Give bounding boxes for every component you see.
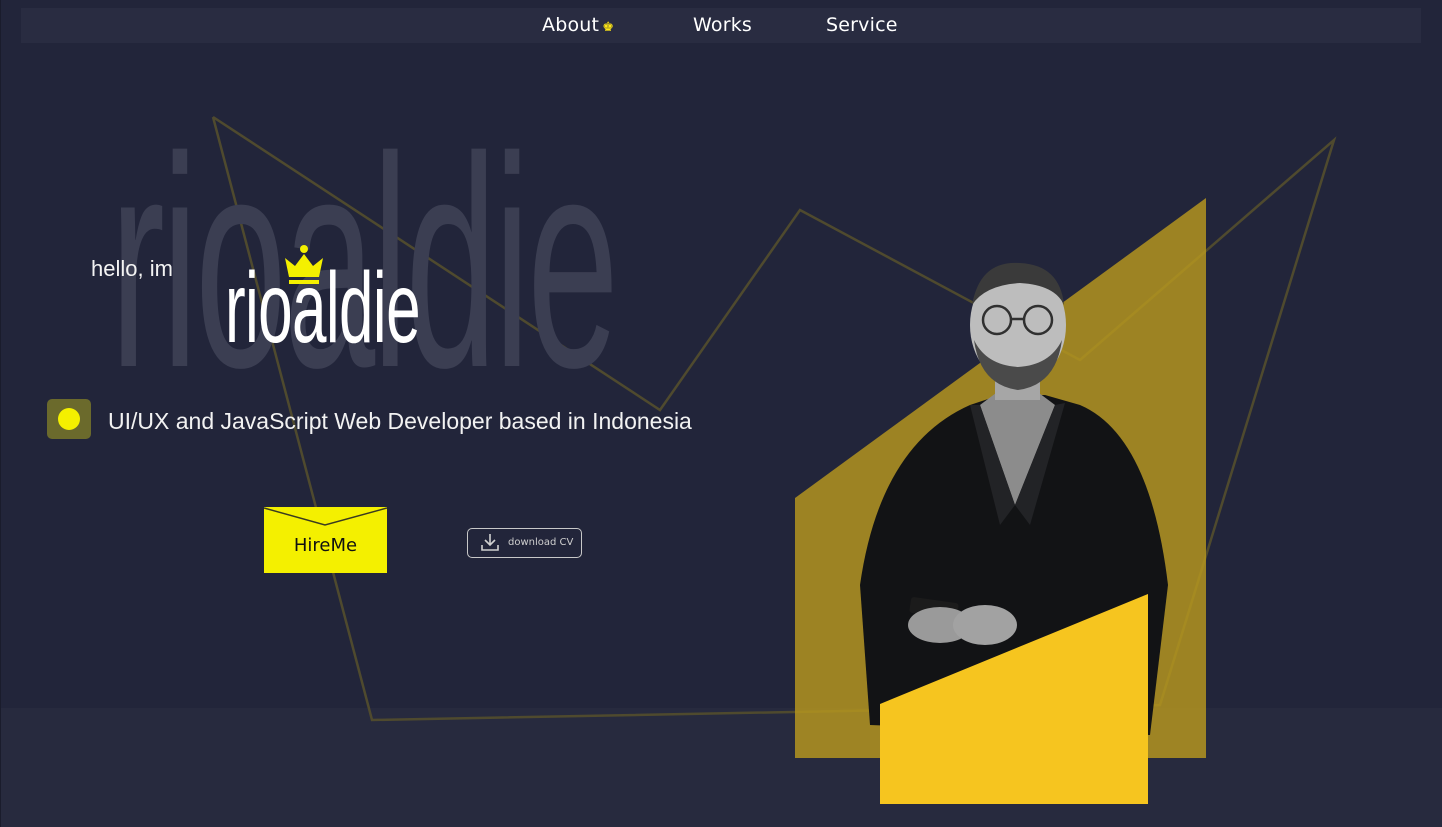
gold-panel-front xyxy=(880,594,1148,804)
nav-service[interactable]: Service xyxy=(826,14,898,36)
greeting: hello, im xyxy=(91,256,173,281)
status-indicator xyxy=(47,399,91,439)
hero-name: rioaldie xyxy=(225,252,421,364)
nav-about[interactable]: About ♚ xyxy=(542,14,614,36)
nav-works[interactable]: Works xyxy=(693,14,752,36)
download-cv-label: download CV xyxy=(508,537,574,548)
top-navbar: About ♚ Works Service xyxy=(21,8,1421,43)
hire-me-label: HireMe xyxy=(293,535,358,556)
status-dot-icon xyxy=(58,408,80,430)
crown-icon: ♚ xyxy=(602,20,615,35)
tagline: UI/UX and JavaScript Web Developer based… xyxy=(108,408,692,434)
download-icon xyxy=(481,534,499,551)
nav-about-label: About xyxy=(542,14,600,36)
hire-me-button[interactable]: HireMe xyxy=(263,507,388,573)
download-cv-button[interactable]: download CV xyxy=(467,528,582,558)
